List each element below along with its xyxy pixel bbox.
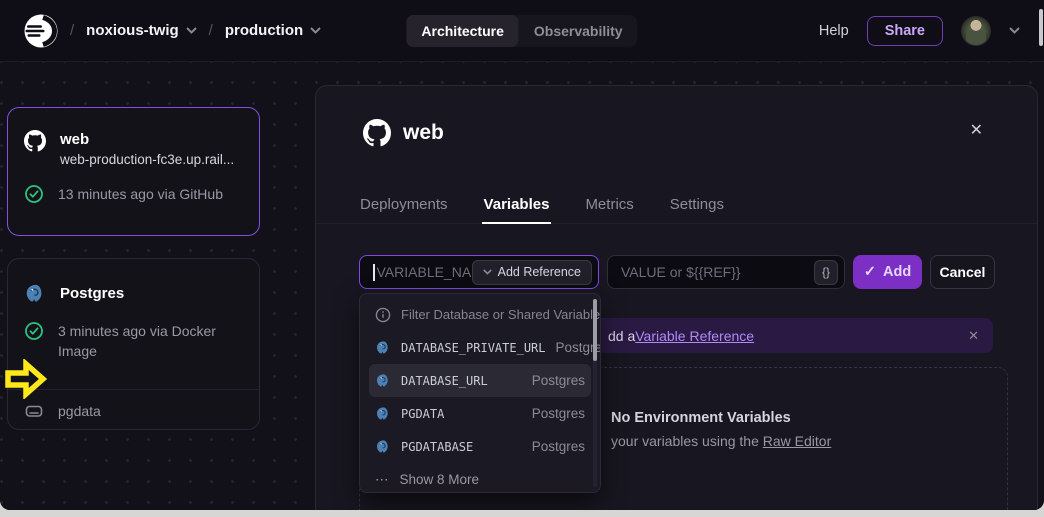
postgres-icon: [375, 373, 391, 389]
breadcrumb-project[interactable]: noxious-twig: [86, 22, 197, 39]
breadcrumb-environment[interactable]: production: [225, 22, 321, 39]
variable-name: DATABASE_PRIVATE_URL: [401, 341, 546, 355]
chevron-down-icon: [483, 269, 492, 275]
tab-metrics[interactable]: Metrics: [583, 186, 635, 223]
service-name: Postgres: [60, 284, 124, 304]
panel-title: web: [403, 121, 444, 145]
variable-source: Postgres: [532, 406, 585, 421]
add-variable-button[interactable]: ✓ Add: [853, 255, 922, 289]
tab-settings[interactable]: Settings: [668, 186, 726, 223]
dropdown-filter-hint: Filter Database or Shared Variables: [369, 298, 591, 331]
variable-source: Postgres: [532, 439, 585, 454]
ellipsis-icon: ⋯: [375, 472, 390, 488]
share-button[interactable]: Share: [867, 16, 943, 46]
chevron-down-icon: [310, 27, 321, 34]
topbar-right-group: Help Share: [819, 16, 1020, 46]
tab-architecture[interactable]: Architecture: [406, 15, 518, 47]
service-name: web: [60, 130, 234, 150]
postgres-icon: [375, 340, 391, 356]
close-panel-button[interactable]: ✕: [970, 120, 983, 140]
dropdown-item-database-private-url[interactable]: DATABASE_PRIVATE_URL Postgres: [369, 331, 591, 364]
variable-value-input[interactable]: VALUE or ${{REF}} {}: [607, 255, 845, 289]
check-circle-icon: [24, 184, 44, 204]
empty-state-subtitle: your variables using the Raw Editor: [611, 433, 831, 449]
deploy-status: 13 minutes ago via GitHub: [58, 184, 223, 204]
service-detail-panel: web ✕ Deployments Variables Metrics Sett…: [315, 85, 1038, 510]
service-card-web[interactable]: web web-production-fc3e.up.rail... 13 mi…: [7, 107, 260, 236]
top-navigation-bar: / noxious-twig / production Architecture…: [0, 0, 1044, 62]
project-canvas[interactable]: web web-production-fc3e.up.rail... 13 mi…: [0, 62, 1044, 510]
railway-logo-icon[interactable]: [24, 14, 58, 48]
banner-text: dd a: [608, 328, 635, 344]
github-icon: [24, 130, 46, 152]
volume-name: pgdata: [58, 401, 101, 421]
braces-editor-button[interactable]: {}: [814, 260, 838, 285]
annotation-arrow-icon: [2, 359, 48, 399]
tab-observability[interactable]: Observability: [519, 15, 638, 47]
dropdown-show-more[interactable]: ⋯ Show 8 More: [369, 463, 591, 493]
cancel-button[interactable]: Cancel: [930, 255, 995, 289]
deploy-status: 3 minutes ago via Docker Image: [58, 321, 228, 362]
add-reference-label: Add Reference: [498, 265, 581, 279]
variable-reference-link[interactable]: Variable Reference: [635, 328, 754, 344]
variable-name-placeholder: VARIABLE_NAME: [377, 264, 472, 280]
show-more-label: Show 8 More: [400, 472, 480, 487]
dropdown-item-pgdatabase[interactable]: PGDATABASE Postgres: [369, 430, 591, 463]
chevron-down-icon[interactable]: [1009, 27, 1020, 34]
banner-close-icon[interactable]: ✕: [968, 328, 979, 344]
empty-state-title: No Environment Variables: [611, 410, 791, 426]
app-window: / noxious-twig / production Architecture…: [0, 0, 1044, 510]
dropdown-item-pgdata[interactable]: PGDATA Postgres: [369, 397, 591, 430]
breadcrumb-environment-label: production: [225, 22, 303, 39]
raw-editor-link[interactable]: Raw Editor: [763, 433, 831, 449]
github-icon: [363, 119, 391, 147]
variable-value-placeholder: VALUE or ${{REF}}: [621, 264, 741, 280]
chevron-down-icon: [186, 27, 197, 34]
web-card-text: web web-production-fc3e.up.rail...: [60, 130, 234, 167]
postgres-icon: [375, 439, 391, 455]
tab-variables[interactable]: Variables: [482, 186, 552, 223]
breadcrumb-project-label: noxious-twig: [86, 22, 179, 39]
breadcrumb-separator: /: [70, 22, 74, 39]
postgres-icon: [375, 406, 391, 422]
variable-source: Postgres: [532, 373, 585, 388]
dropdown-scrollbar-thumb[interactable]: [593, 299, 597, 361]
info-icon: [375, 307, 391, 323]
add-variable-form: VARIABLE_NAME Add Reference VALUE or ${{…: [359, 255, 995, 289]
variable-reference-dropdown: Filter Database or Shared Variables DATA…: [359, 293, 601, 493]
volume-icon: [24, 401, 44, 421]
empty-state-subtitle-text: your variables using the: [611, 433, 763, 449]
check-circle-icon: [24, 321, 44, 341]
tab-deployments[interactable]: Deployments: [358, 186, 450, 223]
variable-name: PGDATA: [401, 407, 444, 421]
add-button-label: Add: [883, 264, 911, 280]
postgres-icon: [24, 283, 46, 305]
variable-name-input[interactable]: VARIABLE_NAME Add Reference: [359, 255, 599, 289]
panel-header: web ✕: [363, 119, 997, 147]
panel-tabs: Deployments Variables Metrics Settings: [316, 186, 1037, 224]
service-card-postgres[interactable]: Postgres 3 minutes ago via Docker Image …: [7, 258, 260, 430]
check-icon: ✓: [864, 264, 876, 280]
add-reference-button[interactable]: Add Reference: [472, 260, 592, 285]
text-caret: [373, 264, 375, 281]
avatar[interactable]: [961, 16, 991, 46]
breadcrumb-separator: /: [209, 22, 213, 39]
volume-row[interactable]: pgdata: [24, 401, 247, 421]
service-domain[interactable]: web-production-fc3e.up.rail...: [60, 152, 234, 167]
filter-hint-label: Filter Database or Shared Variables: [401, 307, 601, 322]
page-scrollbar-thumb[interactable]: [1039, 9, 1043, 46]
view-switcher: Architecture Observability: [406, 15, 637, 47]
variable-name: PGDATABASE: [401, 440, 473, 454]
dropdown-item-database-url[interactable]: DATABASE_URL Postgres: [369, 364, 591, 397]
help-button[interactable]: Help: [819, 23, 849, 39]
variable-name: DATABASE_URL: [401, 374, 488, 388]
